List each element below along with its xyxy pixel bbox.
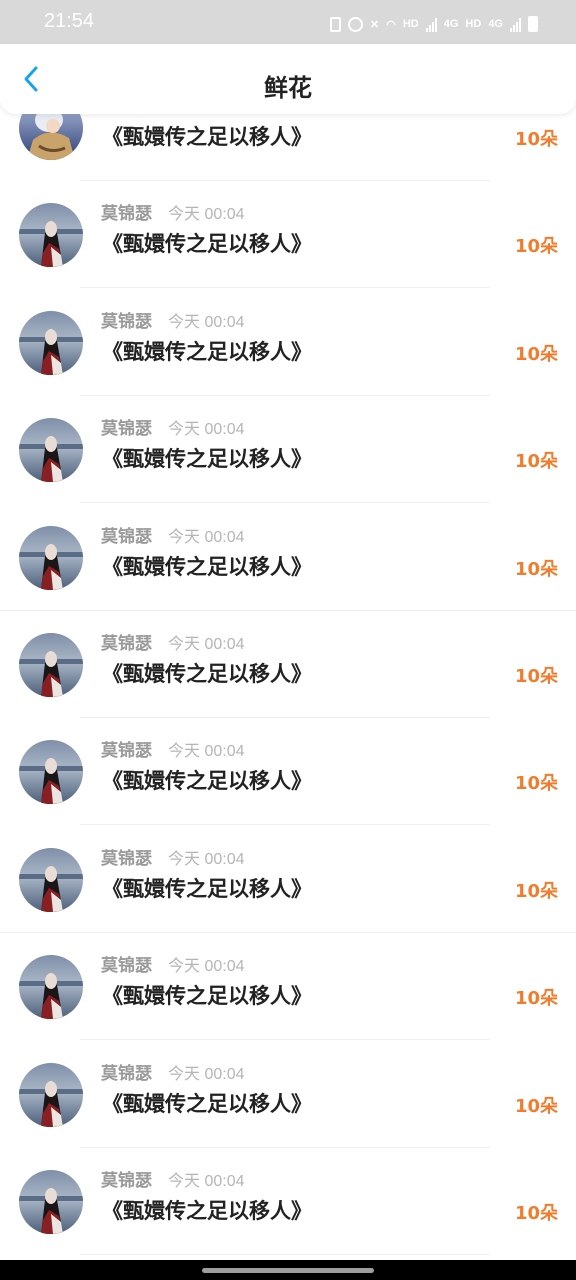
send-time: 今天 09:30	[168, 114, 245, 117]
sender-name: 莫锦瑟	[101, 419, 152, 440]
avatar[interactable]	[19, 740, 83, 805]
page-title: 鲜花	[264, 74, 312, 102]
book-title: 《甄嬛传之足以移人》	[102, 339, 312, 364]
send-time: 今天 00:04	[168, 636, 245, 653]
list-item[interactable]: 莫锦瑟 今天 00:04 《甄嬛传之足以移人》 10朵	[0, 504, 576, 611]
battery-icon	[528, 16, 538, 32]
list-item[interactable]: 莫锦瑟 今天 00:04 《甄嬛传之足以移人》 10朵	[0, 933, 576, 1041]
flower-count: 10朵	[514, 236, 558, 258]
list-item[interactable]: 莫锦瑟 今天 00:04 《甄嬛传之足以移人》 10朵	[0, 1148, 576, 1255]
flower-count: 10朵	[514, 1095, 558, 1117]
avatar[interactable]	[19, 418, 83, 483]
avatar[interactable]	[19, 525, 83, 590]
sender-name: 莫锦瑟	[101, 956, 152, 977]
flower-count: 10朵	[514, 988, 558, 1010]
list-item[interactable]: 莫锦瑟 今天 00:04 《甄嬛传之足以移人》 10朵	[0, 611, 576, 718]
sender-name: 莫锦瑟	[101, 526, 152, 547]
flower-count: 10朵	[514, 773, 558, 795]
flower-count: 10朵	[514, 880, 558, 902]
list-item[interactable]: 莫锦瑟 今天 00:04 《甄嬛传之足以移人》 10朵	[0, 289, 576, 396]
sender-name: 莫锦瑟	[101, 204, 152, 225]
flower-count: 10朵	[514, 558, 558, 580]
avatar[interactable]	[19, 847, 83, 912]
book-title: 《甄嬛传之足以移人》	[102, 662, 312, 686]
signal-icon-2	[510, 17, 521, 32]
avatar[interactable]	[19, 633, 83, 697]
book-title: 《甄嬛传之足以移人》	[102, 232, 312, 257]
mute-icon: ✕	[370, 18, 380, 31]
send-time: 今天 00:04	[168, 1065, 245, 1083]
flower-record-list[interactable]: 骆西辰今天 09:30《甄嬛传之足以移人》10朵莫锦瑟今天 00:04《甄嬛传之…	[0, 114, 576, 1260]
send-time: 今天 00:04	[168, 958, 245, 976]
sender-name: 莫锦瑟	[101, 848, 152, 869]
hd-label-1: HD	[402, 18, 419, 30]
send-time: 今天 00:04	[168, 528, 245, 546]
network-label-1: 4G	[443, 18, 459, 30]
header: 鲜花	[0, 44, 576, 114]
list-item[interactable]: 莫锦瑟 今天 00:04 《甄嬛传之足以移人》 10朵	[0, 181, 576, 289]
book-title: 《甄嬛传之足以移人》	[102, 125, 312, 149]
flower-count: 10朵	[514, 343, 558, 365]
flower-count: 10朵	[514, 451, 558, 473]
sender-name: 莫锦瑟	[101, 1063, 152, 1084]
hd-label-2: HD	[465, 18, 482, 30]
avatar[interactable]	[19, 1170, 83, 1234]
send-time: 今天 00:04	[168, 206, 245, 224]
status-time: 21:54	[44, 10, 95, 32]
alarm-icon	[348, 16, 364, 32]
book-title: 《甄嬛传之足以移人》	[102, 1091, 312, 1116]
home-indicator[interactable]	[202, 1268, 374, 1273]
status-icons: ✕ ◠ HD 4G HD 4G	[330, 14, 538, 34]
sender-name: 莫锦瑟	[101, 634, 152, 654]
flower-count: 10朵	[514, 129, 558, 150]
sender-name: 莫锦瑟	[101, 1171, 152, 1191]
book-title: 《甄嬛传之足以移人》	[102, 447, 312, 472]
signal-icon-1	[425, 17, 437, 32]
avatar[interactable]	[19, 310, 83, 375]
list-item[interactable]: 骆西辰 今天 09:30 《甄嬛传之足以移人》 10朵	[0, 114, 576, 181]
flower-count: 10朵	[514, 1203, 558, 1224]
send-time: 今天 00:04	[168, 313, 245, 331]
book-title: 《甄嬛传之足以移人》	[102, 554, 312, 579]
sender-name: 莫锦瑟	[101, 311, 152, 332]
book-title: 《甄嬛传之足以移人》	[102, 1199, 312, 1223]
avatar[interactable]	[19, 203, 83, 268]
network-label-2: 4G	[488, 18, 503, 30]
book-title: 《甄嬛传之足以移人》	[102, 769, 312, 794]
sender-name: 莫锦瑟	[101, 741, 152, 762]
send-time: 今天 00:04	[168, 421, 245, 439]
anime-avatar[interactable]	[19, 114, 83, 160]
navigation-bar	[0, 1260, 576, 1280]
status-bar: 21:54 ✕ ◠ HD 4G HD 4G	[0, 0, 576, 44]
notification-icon	[330, 16, 342, 32]
book-title: 《甄嬛传之足以移人》	[102, 876, 312, 901]
send-time: 今天 00:04	[168, 743, 245, 761]
list-item[interactable]: 莫锦瑟 今天 00:04 《甄嬛传之足以移人》 10朵	[0, 1041, 576, 1148]
send-time: 今天 00:04	[168, 1173, 245, 1190]
list-item[interactable]: 莫锦瑟 今天 00:04 《甄嬛传之足以移人》 10朵	[0, 826, 576, 933]
flower-count: 10朵	[514, 666, 558, 687]
list-item[interactable]: 莫锦瑟 今天 00:04 《甄嬛传之足以移人》 10朵	[0, 396, 576, 504]
wifi-icon: ◠	[386, 18, 396, 31]
avatar[interactable]	[19, 1062, 83, 1127]
divider	[80, 1254, 490, 1255]
list-item[interactable]: 莫锦瑟 今天 00:04 《甄嬛传之足以移人》 10朵	[0, 718, 576, 826]
avatar[interactable]	[19, 955, 83, 1020]
sender-name: 骆西辰	[101, 114, 152, 117]
book-title: 《甄嬛传之足以移人》	[102, 984, 312, 1009]
send-time: 今天 00:04	[168, 850, 245, 868]
